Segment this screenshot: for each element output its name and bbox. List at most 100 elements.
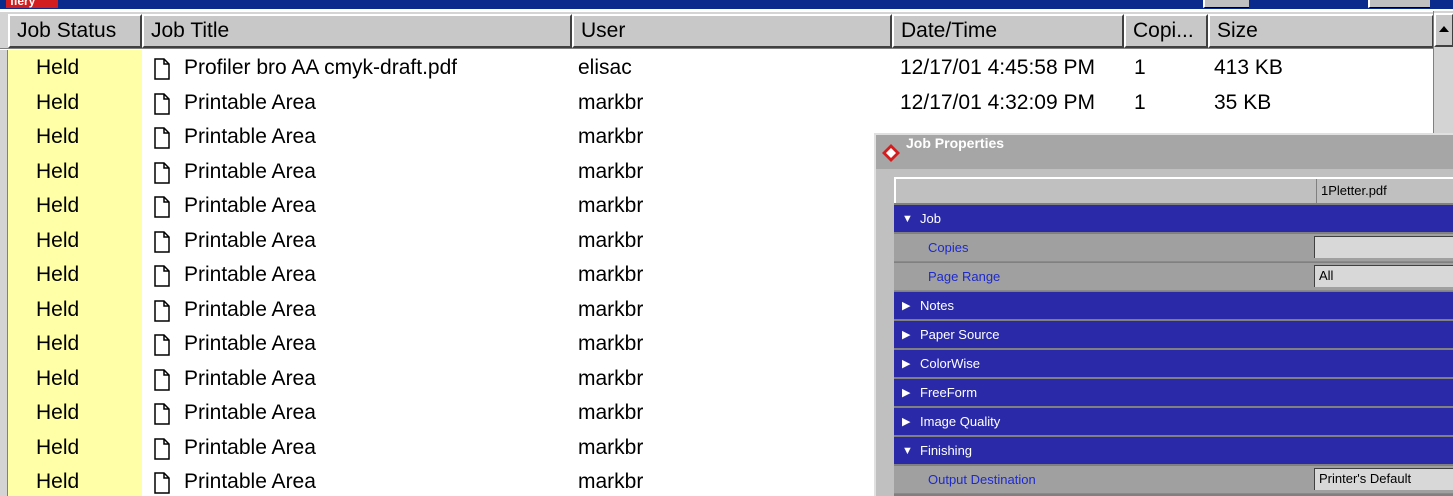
section-label: FreeForm	[920, 385, 978, 400]
section-label: ColorWise	[920, 356, 980, 371]
collapsed-triangle-icon[interactable]: ▶	[902, 321, 910, 349]
dialog-title-bar[interactable]: Job Properties	[876, 135, 1453, 169]
properties-grid: 1Pletter.pdf ▼ Job Copies Page Range All ▶ Not…	[894, 177, 1453, 496]
property-value-field[interactable]: All	[1314, 265, 1453, 287]
column-header-copies[interactable]: Copi...	[1124, 14, 1208, 48]
expanded-triangle-icon[interactable]: ▼	[902, 205, 913, 233]
section-label: Paper Source	[920, 327, 1000, 342]
job-status-cell: Held	[36, 90, 80, 114]
job-status-cell: Held	[36, 56, 80, 79]
user-cell: markbr	[578, 366, 644, 390]
job-status-cell: Held	[36, 470, 80, 493]
job-status-cell: Held	[36, 401, 80, 424]
job-title-cell: Printable Area	[184, 366, 316, 390]
user-cell: markbr	[578, 470, 644, 493]
property-value-field[interactable]: Printer's Default	[1314, 468, 1453, 490]
property-section-row[interactable]: ▶ FreeForm	[894, 379, 1453, 407]
document-icon	[153, 125, 171, 149]
fiery-app-icon	[882, 144, 900, 162]
dialog-title: Job Properties	[906, 135, 1005, 151]
job-list-header: Job Status Job Title User Date/Time Copi…	[0, 11, 1453, 49]
size-cell: 413 KB	[1214, 56, 1283, 79]
section-label: Notes	[920, 298, 954, 313]
properties-grid-header: 1Pletter.pdf	[894, 177, 1453, 203]
job-title-cell: Printable Area	[184, 332, 316, 355]
section-label: Job	[920, 211, 941, 226]
column-header-job-status[interactable]: Job Status	[8, 14, 142, 48]
collapsed-triangle-icon[interactable]: ▶	[902, 350, 910, 378]
user-cell: markbr	[578, 297, 644, 321]
document-icon	[153, 194, 171, 218]
column-header-job-title[interactable]: Job Title	[142, 14, 572, 48]
job-title-cell: Printable Area	[184, 125, 316, 148]
job-title-cell: Printable Area	[184, 435, 316, 459]
property-section-row[interactable]: ▶ Notes	[894, 292, 1453, 320]
property-label: Page Range	[928, 269, 1001, 284]
fiery-logo: fiery	[6, 0, 58, 8]
toolbar-button[interactable]	[1203, 0, 1249, 8]
property-row[interactable]: Output Destination Printer's Default	[894, 466, 1453, 494]
job-status-cell: Held	[36, 297, 80, 321]
property-row[interactable]: Copies	[894, 234, 1453, 262]
document-icon	[153, 160, 171, 184]
size-cell: 35 KB	[1214, 90, 1272, 114]
job-title-cell: Printable Area	[184, 159, 316, 183]
file-name-header: 1Pletter.pdf	[1316, 179, 1453, 203]
table-row[interactable]: Held Profiler bro AA cmyk-draft.pdf elisac…	[0, 50, 1453, 85]
property-section-row[interactable]: ▼ Finishing	[894, 437, 1453, 465]
document-icon	[153, 56, 171, 80]
document-icon	[153, 332, 171, 356]
job-status-cell: Held	[36, 435, 80, 459]
user-cell: markbr	[578, 125, 644, 148]
column-header-size[interactable]: Size	[1208, 14, 1434, 48]
section-label: Image Quality	[920, 414, 1001, 429]
property-label: Output Destination	[928, 472, 1036, 487]
job-status-cell: Held	[36, 228, 80, 252]
column-header-user[interactable]: User	[572, 14, 892, 48]
document-icon	[153, 401, 171, 425]
job-title-cell: Profiler bro AA cmyk-draft.pdf	[184, 56, 458, 79]
job-status-cell: Held	[36, 366, 80, 390]
expanded-triangle-icon[interactable]: ▼	[902, 437, 913, 465]
job-properties-dialog: Job Properties 1Pletter.pdf ▼ Job Copies Pa…	[874, 133, 1453, 496]
job-title-cell: Printable Area	[184, 263, 316, 286]
job-status-cell: Held	[36, 332, 80, 355]
property-section-row[interactable]: ▶ Image Quality	[894, 408, 1453, 436]
document-icon	[153, 263, 171, 287]
section-label: Finishing	[920, 443, 973, 458]
column-header-date-time[interactable]: Date/Time	[892, 14, 1124, 48]
copies-cell: 1	[1134, 56, 1146, 79]
job-status-cell: Held	[36, 194, 80, 217]
job-status-cell: Held	[36, 125, 80, 148]
user-cell: markbr	[578, 228, 644, 252]
scroll-up-button[interactable]	[1434, 13, 1453, 47]
job-title-cell: Printable Area	[184, 297, 316, 321]
collapsed-triangle-icon[interactable]: ▶	[902, 379, 910, 407]
document-icon	[153, 298, 171, 322]
user-cell: markbr	[578, 401, 644, 424]
collapsed-triangle-icon[interactable]: ▶	[902, 408, 910, 436]
user-cell: markbr	[578, 159, 644, 183]
document-icon	[153, 436, 171, 460]
toolbar-button[interactable]	[1368, 0, 1430, 8]
property-row[interactable]: Page Range All	[894, 263, 1453, 291]
user-cell: markbr	[578, 435, 644, 459]
job-title-cell: Printable Area	[184, 194, 316, 217]
property-section-row[interactable]: ▶ Paper Source	[894, 321, 1453, 349]
collapsed-triangle-icon[interactable]: ▶	[902, 292, 910, 320]
job-title-cell: Printable Area	[184, 470, 316, 493]
user-cell: markbr	[578, 263, 644, 286]
table-row[interactable]: Held Printable Area markbr 12/17/01 4:32:09…	[0, 85, 1453, 120]
top-strip: fiery	[0, 0, 1453, 9]
property-section-row[interactable]: ▼ Job	[894, 205, 1453, 233]
user-cell: markbr	[578, 332, 644, 355]
user-cell: markbr	[578, 194, 644, 217]
property-section-row[interactable]: ▶ ColorWise	[894, 350, 1453, 378]
document-icon	[153, 229, 171, 253]
property-label: Copies	[928, 240, 969, 255]
date-time-cell: 12/17/01 4:45:58 PM	[900, 56, 1095, 79]
property-value-field[interactable]	[1314, 236, 1453, 258]
job-status-cell: Held	[36, 159, 80, 183]
job-title-cell: Printable Area	[184, 90, 316, 114]
document-icon	[153, 470, 171, 494]
